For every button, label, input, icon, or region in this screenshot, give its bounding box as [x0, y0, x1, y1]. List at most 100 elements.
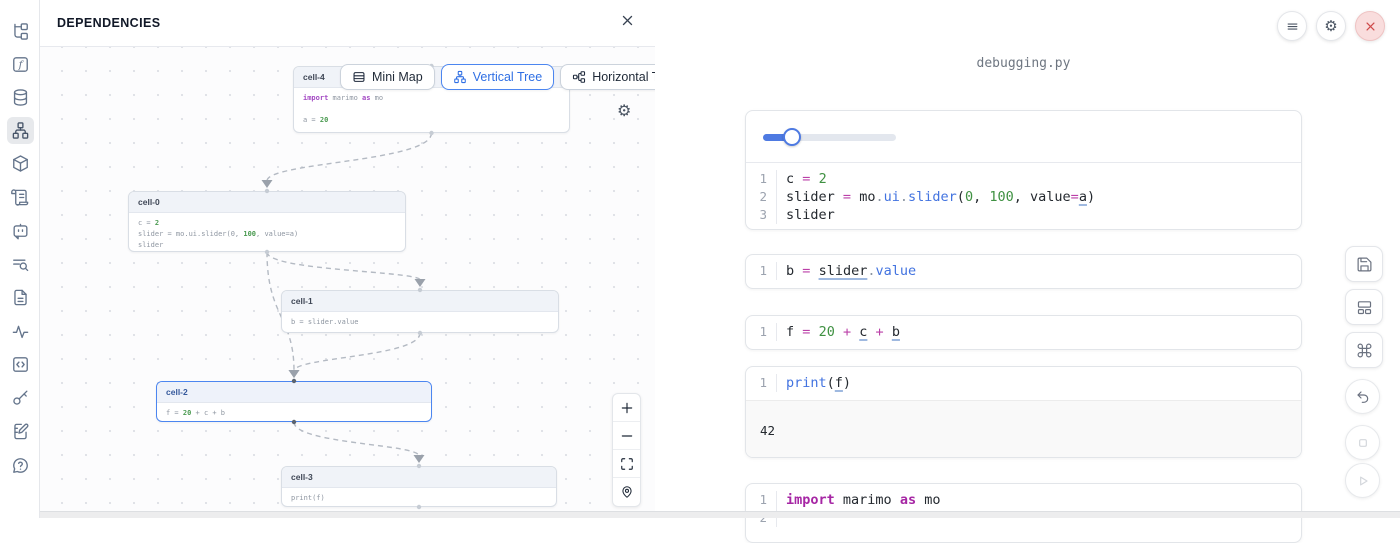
cell-code-editor[interactable]: 1f = 20 + c + b: [746, 316, 1301, 349]
variables-icon: f: [11, 55, 30, 74]
zoom-out-button[interactable]: [613, 422, 640, 450]
close-icon: [620, 13, 635, 28]
graph-node-cell-0[interactable]: cell-0c = 2slider = mo.ui.slider(0, 100,…: [128, 191, 406, 252]
code-line[interactable]: c = 2: [777, 170, 827, 188]
run-button[interactable]: [1345, 463, 1380, 498]
activity-sidebar: f: [0, 0, 40, 518]
shutdown-x-icon: [1363, 19, 1378, 34]
sidebar-item-snippets[interactable]: [7, 351, 34, 378]
notebook-settings-button[interactable]: ⚙: [1316, 11, 1346, 41]
fit-view-button[interactable]: [613, 450, 640, 478]
sidebar-item-secrets[interactable]: [7, 384, 34, 411]
cell-console-output: 42: [746, 400, 1301, 458]
minimap-icon: [352, 70, 366, 84]
fit-view-icon: [620, 457, 634, 471]
code-line[interactable]: import marimo as mo: [777, 491, 941, 509]
graph-settings-button[interactable]: ⚙: [617, 101, 631, 121]
sidebar-item-scratchpad[interactable]: [7, 418, 34, 445]
layout-select-button[interactable]: [1345, 289, 1383, 325]
close-panel-button[interactable]: [620, 13, 635, 33]
code-line[interactable]: print(f): [777, 374, 851, 392]
line-number: 2: [746, 188, 777, 206]
notebook-cell: 1c = 22slider = mo.ui.slider(0, 100, val…: [745, 110, 1302, 230]
code-line[interactable]: b = slider.value: [777, 262, 916, 280]
undo-button[interactable]: [1345, 379, 1380, 414]
bottom-scroll-strip[interactable]: [40, 511, 1400, 518]
graph-node-cell-2[interactable]: cell-2f = 20 + c + b: [156, 381, 432, 422]
view-mode-label: Vertical Tree: [473, 70, 542, 84]
documentation-icon: [11, 288, 30, 307]
sidebar-item-datasources[interactable]: [7, 84, 34, 111]
chat-icon: [11, 222, 30, 241]
node-title: cell-0: [129, 192, 405, 213]
line-number: 3: [746, 206, 777, 224]
notebook-cell: 1b = slider.value: [745, 254, 1302, 289]
view-mode-label: Horizontal Tree: [592, 70, 655, 84]
node-code: b = slider.value: [282, 312, 558, 333]
node-code: c = 2slider = mo.ui.slider(0, 100, value…: [129, 213, 405, 252]
snippets-icon: [11, 355, 30, 374]
view-mode-mini-map[interactable]: Mini Map: [340, 64, 435, 90]
dependency-graph-icon: [11, 121, 30, 140]
cell-code-editor[interactable]: 1print(f): [746, 367, 1301, 400]
node-title: cell-3: [282, 467, 556, 488]
line-number: 1: [746, 323, 777, 341]
line-number: 1: [746, 262, 777, 280]
code-line[interactable]: f = 20 + c + b: [777, 323, 900, 341]
packages-icon: [11, 154, 30, 173]
slider-input[interactable]: [763, 128, 896, 146]
notebook-filename[interactable]: debugging.py: [745, 56, 1302, 71]
zoom-controls: [612, 393, 641, 507]
keyboard-shortcuts-button[interactable]: [1345, 332, 1383, 368]
sidebar-item-documentation[interactable]: [7, 284, 34, 311]
center-location-button[interactable]: [613, 478, 640, 506]
undo-icon: [1355, 389, 1371, 405]
zoom-in-button[interactable]: [613, 394, 640, 422]
zoom-in-icon: [620, 401, 634, 415]
shutdown-button[interactable]: [1355, 11, 1385, 41]
sidebar-item-chat[interactable]: [7, 218, 34, 245]
layout-select-icon: [1356, 299, 1373, 316]
sidebar-item-tracing[interactable]: [7, 318, 34, 345]
slider-thumb[interactable]: [783, 128, 801, 146]
cell-code-editor[interactable]: 1import marimo as mo2: [746, 484, 1301, 535]
save-button[interactable]: [1345, 246, 1383, 282]
stop-button[interactable]: [1345, 425, 1380, 460]
sidebar-item-variables[interactable]: f: [7, 51, 34, 78]
notebook-topbar: ⚙: [1277, 11, 1385, 41]
notebook-menu-button[interactable]: [1277, 11, 1307, 41]
graph-view-toolbar: Mini Map Vertical Tree Horizontal Tree: [340, 64, 655, 90]
horizontal-tree-icon: [572, 70, 586, 84]
logs-icon: [11, 188, 30, 207]
graph-node-cell-1[interactable]: cell-1b = slider.value: [281, 290, 559, 333]
line-number: 1: [746, 170, 777, 188]
code-line[interactable]: slider = mo.ui.slider(0, 100, value=a): [777, 188, 1095, 206]
menu-icon: [1285, 19, 1300, 34]
view-mode-vertical-tree[interactable]: Vertical Tree: [441, 64, 554, 90]
node-title: cell-1: [282, 291, 558, 312]
help-icon: [11, 456, 30, 475]
dependency-graph[interactable]: cell-4import marimo as mo a = 20cell-0c …: [40, 47, 655, 511]
datasources-icon: [11, 88, 30, 107]
cell-code-editor[interactable]: 1b = slider.value: [746, 255, 1301, 288]
sidebar-item-logs[interactable]: [7, 184, 34, 211]
tree-explorer-icon: [11, 22, 30, 41]
notebook-cell: 1f = 20 + c + b: [745, 315, 1302, 350]
sidebar-item-outline-search[interactable]: [7, 251, 34, 278]
sidebar-item-tree-explorer[interactable]: [7, 18, 34, 45]
panel-title: DEPENDENCIES: [57, 16, 160, 30]
outline-search-icon: [11, 255, 30, 274]
scratchpad-icon: [11, 422, 30, 441]
secrets-icon: [11, 388, 30, 407]
node-code: f = 20 + c + b: [157, 403, 431, 422]
sidebar-item-help[interactable]: [7, 452, 34, 479]
graph-node-cell-3[interactable]: cell-3print(f): [281, 466, 557, 507]
cell-code-editor[interactable]: 1c = 22slider = mo.ui.slider(0, 100, val…: [746, 163, 1301, 230]
code-line[interactable]: slider: [777, 206, 835, 224]
command-icon: [1356, 342, 1373, 359]
gear-icon: ⚙: [617, 103, 631, 120]
sidebar-item-packages[interactable]: [7, 150, 34, 177]
view-mode-horizontal-tree[interactable]: Horizontal Tree: [560, 64, 655, 90]
sidebar-item-dependency-graph[interactable]: [7, 117, 34, 144]
vertical-tree-icon: [453, 70, 467, 84]
